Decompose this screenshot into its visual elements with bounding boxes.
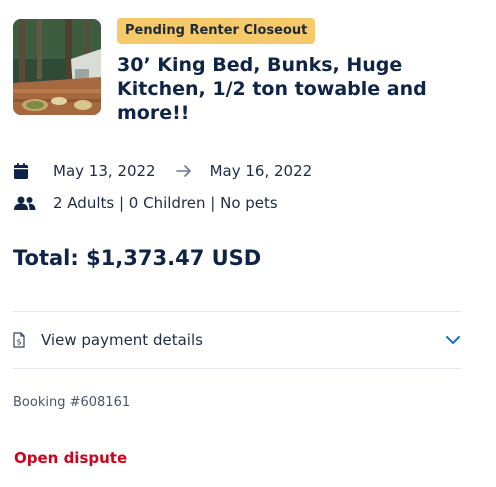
guest-summary: 2 Adults | 0 Children | No pets xyxy=(53,194,278,212)
users-icon xyxy=(14,192,38,214)
view-payment-details-label: View payment details xyxy=(41,331,203,349)
calendar-icon xyxy=(14,160,38,182)
divider xyxy=(13,368,461,369)
status-badge: Pending Renter Closeout xyxy=(117,18,316,44)
svg-text:$: $ xyxy=(16,338,21,347)
view-payment-details-toggle[interactable]: $ View payment details xyxy=(13,312,461,368)
trip-guests: 2 Adults | 0 Children | No pets xyxy=(14,192,278,214)
listing-photo xyxy=(13,19,101,115)
listing-title[interactable]: 30’ King Bed, Bunks, Huge Kitchen, 1/2 t… xyxy=(117,53,477,125)
chevron-down-icon[interactable] xyxy=(445,332,461,348)
trip-dates: May 13, 2022 May 16, 2022 xyxy=(14,160,312,182)
receipt-icon: $ xyxy=(13,331,27,349)
listing-thumbnail[interactable] xyxy=(13,19,101,115)
end-date: May 16, 2022 xyxy=(209,162,313,180)
booking-number: Booking #608161 xyxy=(13,395,131,410)
open-dispute-link[interactable]: Open dispute xyxy=(14,449,127,467)
start-date: May 13, 2022 xyxy=(53,162,156,180)
total-price: Total: $1,373.47 USD xyxy=(13,246,262,270)
arrow-right-icon xyxy=(175,165,192,177)
